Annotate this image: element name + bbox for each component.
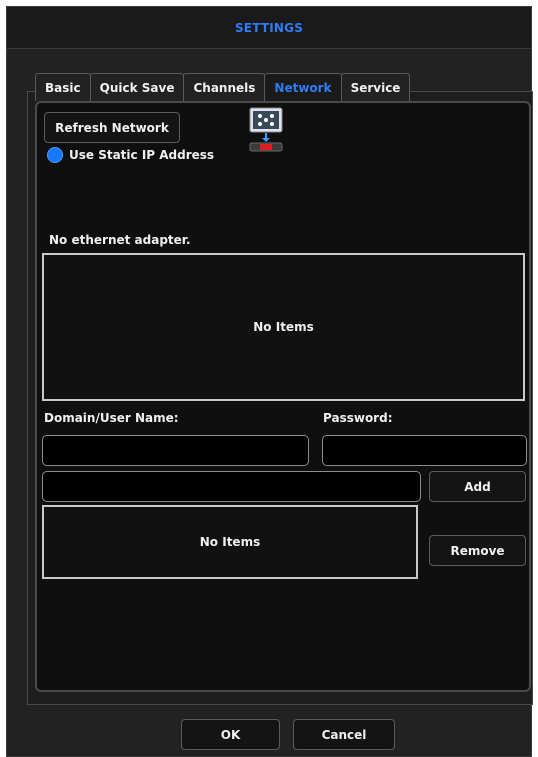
ok-button[interactable]: OK	[181, 719, 280, 750]
static-ip-radio[interactable]	[47, 147, 63, 163]
share-list-empty-text: No Items	[199, 535, 261, 549]
tab-network[interactable]: Network	[264, 73, 342, 101]
password-input[interactable]	[322, 435, 527, 466]
tab-quick-save[interactable]: Quick Save	[89, 73, 185, 101]
remove-button[interactable]: Remove	[429, 535, 526, 566]
cancel-button[interactable]: Cancel	[293, 719, 395, 750]
adapter-status-text: No ethernet adapter.	[49, 233, 191, 247]
static-ip-option[interactable]: Use Static IP Address	[47, 147, 214, 163]
domain-user-label: Domain/User Name:	[44, 411, 179, 425]
adapter-list[interactable]: No Items	[42, 253, 525, 401]
password-label: Password:	[323, 411, 393, 425]
adapter-list-empty-text: No Items	[253, 320, 314, 334]
static-ip-label: Use Static IP Address	[69, 148, 215, 162]
tab-channels[interactable]: Channels	[183, 73, 266, 101]
tab-bar: Basic Quick Save Channels Network Servic…	[35, 73, 411, 101]
network-tab-content: Refresh Network Use Static IP Address No…	[35, 101, 531, 692]
dialog-title: SETTINGS	[234, 20, 304, 35]
share-path-input[interactable]	[42, 471, 421, 502]
domain-user-input[interactable]	[42, 435, 309, 466]
add-button[interactable]: Add	[429, 471, 526, 502]
share-list[interactable]: No Items	[42, 505, 418, 579]
tab-service[interactable]: Service	[340, 73, 411, 101]
settings-dialog: SETTINGS Basic Quick Save Channels Netwo…	[6, 6, 533, 757]
tab-basic[interactable]: Basic	[35, 73, 91, 101]
refresh-network-button[interactable]: Refresh Network	[44, 112, 180, 143]
title-bar: SETTINGS	[7, 7, 531, 49]
network-adapter-icon[interactable]	[249, 107, 283, 153]
